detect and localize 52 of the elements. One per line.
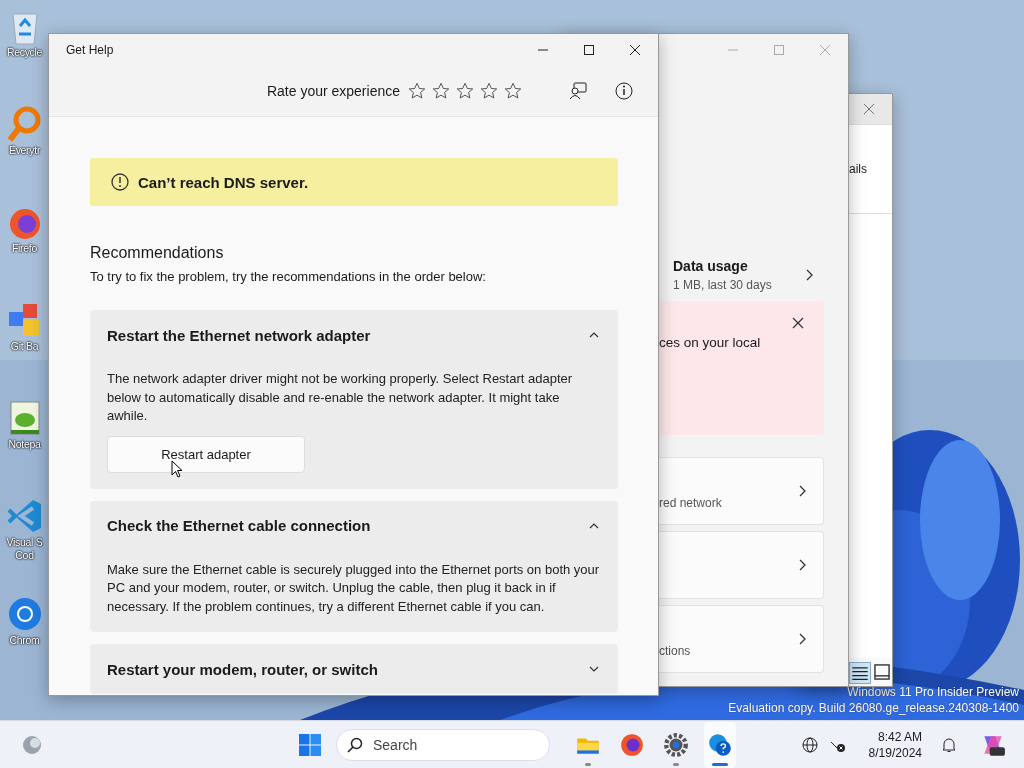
alert-text: ces on your local <box>659 334 761 350</box>
star-icon[interactable] <box>480 82 498 100</box>
body-text: Make sure the Ethernet cable is securely plugged into the Ethernet ports on both your PC and your modem, router, or switch. Unplug the cable, then plug it back in if necessary. If the problem continues, try a different Ethernet cable if you can. <box>107 560 601 616</box>
section-heading: Recommendations <box>90 244 225 262</box>
expander-title[interactable]: Restart the Ethernet network adapter <box>107 326 371 344</box>
chevron-right-icon <box>797 485 807 497</box>
list-view-icon[interactable] <box>849 662 871 684</box>
start-icon[interactable] <box>298 732 322 757</box>
chevron-right-icon <box>797 633 807 645</box>
watermark-text: Windows 11 Pro Insider Preview <box>847 684 1019 700</box>
search-field[interactable]: Search <box>336 728 550 761</box>
item-title: Data usage <box>673 258 749 274</box>
cursor-icon <box>171 460 183 478</box>
taskbar-button[interactable] <box>704 721 736 768</box>
gear-icon[interactable] <box>663 731 689 758</box>
bell-icon[interactable] <box>940 735 958 754</box>
star-icon[interactable] <box>408 82 426 100</box>
close-icon[interactable] <box>792 317 804 329</box>
help-icon[interactable] <box>707 731 733 758</box>
star-icon[interactable] <box>432 82 450 100</box>
info-icon[interactable] <box>614 81 634 101</box>
item-subtitle: 1 MB, last 30 days <box>673 278 772 292</box>
intro-text: To try to fix the problem, try the recommendations in the order below: <box>90 269 487 284</box>
chevron-up-icon[interactable] <box>588 331 600 339</box>
search-icon <box>347 736 363 753</box>
settings-card[interactable]: ctions <box>659 605 824 673</box>
feedback-icon[interactable] <box>568 81 588 101</box>
item-subtitle: red network <box>659 496 722 510</box>
clock-time[interactable]: 8:42 AM <box>877 728 922 745</box>
window-title: Get Help <box>66 43 114 57</box>
chevron-down-icon[interactable] <box>588 665 600 673</box>
tab-label[interactable]: ails <box>849 162 892 176</box>
star-rating[interactable] <box>408 82 522 100</box>
restart-button[interactable]: Restart adapter <box>107 435 305 473</box>
rating-label: Rate your experience <box>266 83 400 99</box>
star-icon[interactable] <box>456 82 474 100</box>
banner-text: Can’t reach DNS server. <box>138 173 309 191</box>
watermark-text: Evaluation copy. Build 26080.ge_release.240308-1400 <box>728 700 1019 716</box>
chevron-right-icon[interactable] <box>804 269 814 281</box>
chevron-right-icon <box>797 559 807 571</box>
clock-date[interactable]: 8/19/2024 <box>868 744 922 761</box>
item-subtitle: ctions <box>659 644 691 658</box>
star-icon[interactable] <box>504 82 522 100</box>
expander-title[interactable]: Check the Ethernet cable connection <box>107 517 371 534</box>
warning-icon <box>110 172 130 192</box>
browser-icon[interactable] <box>619 731 645 758</box>
body-text: The network adapter driver might not be working properly. Select Restart adapter below to automatically disable and re-enable the network adapter. It might take awhile. <box>107 370 574 425</box>
globe-icon[interactable] <box>800 735 819 754</box>
preview-pane-icon[interactable] <box>872 662 892 682</box>
chevron-up-icon[interactable] <box>588 521 600 530</box>
settings-card[interactable]: red network <box>659 457 824 525</box>
expander-title[interactable]: Restart your modem, router, or switch <box>107 660 378 678</box>
